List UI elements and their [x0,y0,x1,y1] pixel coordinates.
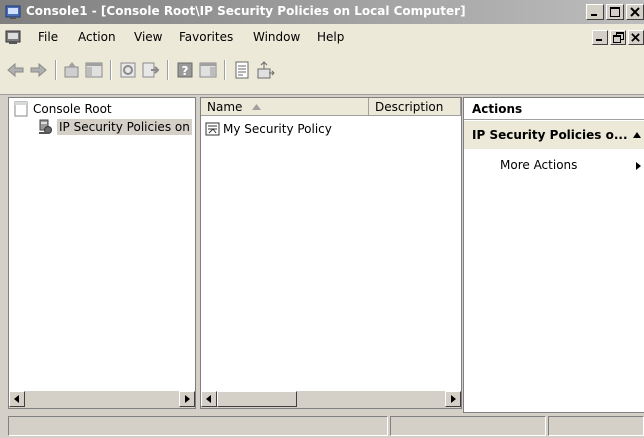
scroll-thumb[interactable] [217,391,297,407]
ip-security-icon [39,119,52,134]
actions-group-label: IP Security Policies o... [472,128,628,142]
forward-icon[interactable] [28,60,48,80]
menu-file[interactable]: File [38,30,58,44]
folder-icon [14,101,28,117]
status-panel-secondary [390,416,546,436]
scroll-right-button[interactable] [179,391,195,407]
close-icon [631,33,640,42]
arrow-left-icon [206,395,211,403]
document-window-controls [590,30,644,45]
status-panel-tertiary [548,416,644,436]
menu-favorites[interactable]: Favorites [179,30,233,44]
menu-bar: File Action View Favorites Window Help [0,24,644,50]
document-close-button[interactable] [628,30,644,45]
toolbar-separator [167,60,169,80]
title-bar: Console1 - [Console Root\IP Security Pol… [0,0,644,24]
results-list-pane: Name Description My Security Policy [200,97,462,409]
help-icon[interactable]: ? [175,60,195,80]
tree-item-console-root[interactable]: Console Root [13,100,112,118]
toolbar-separator [110,60,112,80]
close-button[interactable] [626,4,644,20]
svg-text:?: ? [182,64,189,78]
list-item-label: My Security Policy [223,122,332,136]
actions-header: Actions [464,98,644,120]
document-minimize-button[interactable] [592,30,608,45]
scroll-left-button[interactable] [201,391,217,407]
list-item-my-security-policy[interactable]: My Security Policy [205,120,332,138]
console-tree-pane: Console Root IP Security Policies on [8,97,196,409]
column-header-label: Description [375,99,444,114]
submenu-arrow-icon [636,162,641,170]
arrow-right-icon [185,395,190,403]
refresh-icon[interactable] [118,60,138,80]
menu-window[interactable]: Window [253,30,300,44]
tree-item-ip-security-policies[interactable]: IP Security Policies on [37,118,192,136]
sort-ascending-icon [252,103,262,110]
status-panel-main [8,416,388,436]
tree-item-label: IP Security Policies on [57,119,192,135]
show-hide-tree-icon[interactable] [84,60,104,80]
console-document-icon[interactable] [5,29,21,45]
arrow-left-icon [14,395,19,403]
scroll-right-button[interactable] [445,391,461,407]
maximize-button[interactable] [606,4,624,20]
collapse-up-icon[interactable] [633,132,641,138]
action-more-actions[interactable]: More Actions [500,158,577,172]
export-list-icon[interactable] [140,60,160,80]
actions-group-ip-security-policies[interactable]: IP Security Policies o... [464,121,644,149]
column-header-description[interactable]: Description [369,98,461,116]
up-icon[interactable] [62,60,82,80]
minimize-icon [596,39,602,41]
maximize-icon [610,7,620,17]
list-horizontal-scrollbar[interactable] [201,390,461,408]
tree-horizontal-scrollbar[interactable] [9,390,195,408]
status-bar [0,414,644,438]
actions-pane: Actions IP Security Policies o... More A… [463,97,644,413]
menu-help[interactable]: Help [317,30,344,44]
column-header-name[interactable]: Name [201,98,369,116]
action-label: More Actions [500,158,578,172]
toolbar: ? [0,50,644,95]
back-icon[interactable] [6,60,26,80]
document-restore-button[interactable] [610,30,626,45]
show-hide-action-pane-icon[interactable] [198,60,218,80]
window-controls [584,4,644,20]
column-header-label: Name [207,99,243,114]
menu-action[interactable]: Action [78,30,116,44]
console-app-icon [5,5,21,19]
minimize-button[interactable] [586,4,604,20]
close-icon [630,7,640,17]
tree-item-label: Console Root [33,102,112,116]
toolbar-separator [55,60,57,80]
toolbar-separator [224,60,226,80]
minimize-icon [591,14,597,16]
policy-icon [205,122,220,136]
scroll-left-button[interactable] [9,391,25,407]
properties-icon[interactable] [232,60,252,80]
assign-icon[interactable] [255,60,275,80]
menu-view[interactable]: View [134,30,162,44]
window-title: Console1 - [Console Root\IP Security Pol… [26,4,466,18]
arrow-right-icon [451,395,456,403]
